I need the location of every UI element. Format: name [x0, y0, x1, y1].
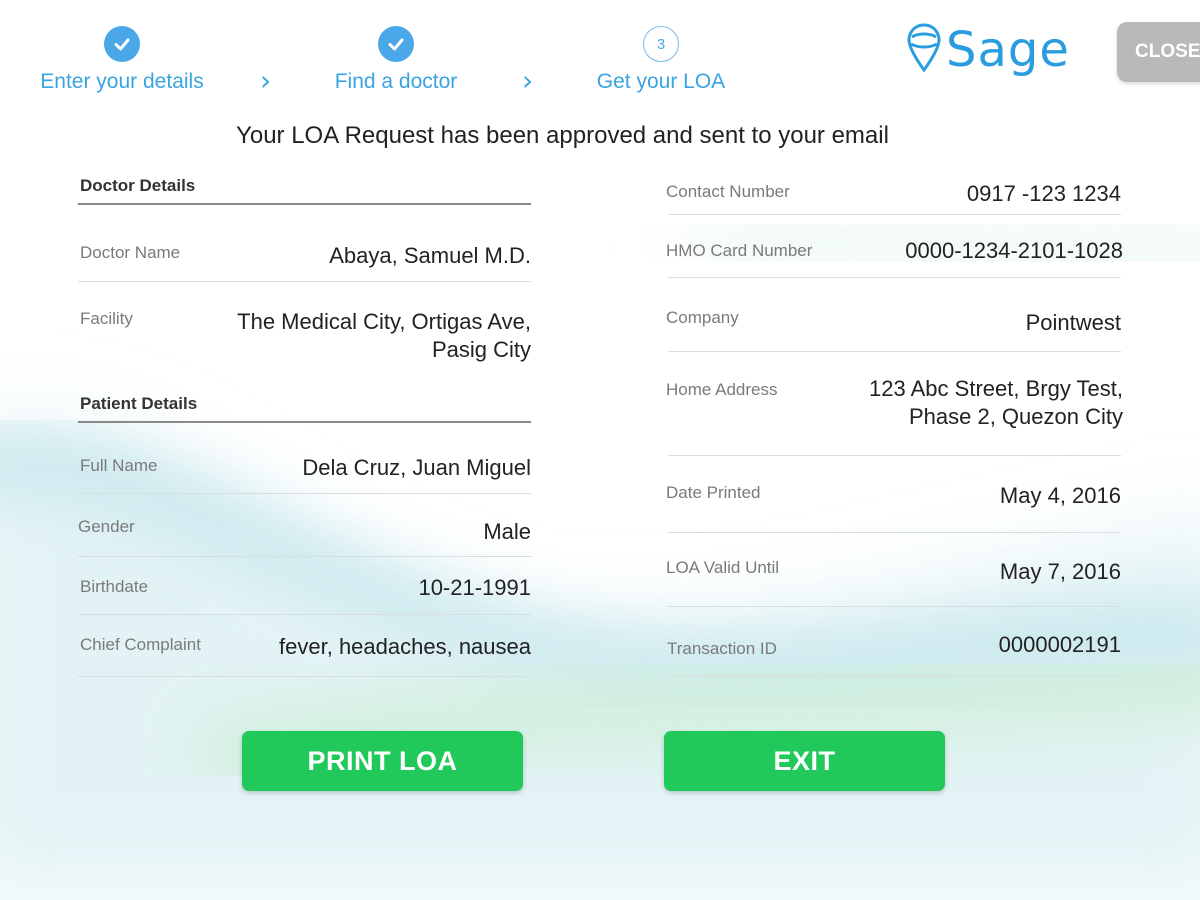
patient-details-title: Patient Details — [80, 394, 198, 413]
facility-value-line2: Pasig City — [431, 337, 531, 362]
loa-valid-until-value: May 7, 2016 — [999, 559, 1121, 584]
hmo-card-number-label: HMO Card Number — [666, 241, 813, 260]
step-get-loa: 3 Get your LOA — [596, 26, 726, 94]
home-address-label: Home Address — [666, 380, 778, 399]
contact-number-label: Contact Number — [666, 182, 790, 201]
chevron-right-icon: › — [522, 64, 534, 97]
contact-number-value: 0917 -123 1234 — [966, 181, 1121, 206]
location-pin-icon — [907, 23, 941, 73]
row-divider — [668, 676, 1121, 677]
transaction-id-label: Transaction ID — [667, 639, 777, 658]
step-label: Enter your details — [40, 70, 204, 93]
doctor-name-value: Abaya, Samuel M.D. — [329, 243, 531, 268]
section-divider — [78, 421, 531, 423]
home-address-line2: Phase 2, Quezon City — [908, 404, 1123, 429]
hmo-card-number-value: 0000-1234-2101-1028 — [905, 238, 1123, 263]
full-name-label: Full Name — [80, 456, 158, 475]
close-button[interactable]: CLOSE — [1117, 22, 1200, 82]
transaction-id-value: 0000002191 — [998, 632, 1121, 657]
section-divider — [78, 203, 531, 205]
step-find-doctor: Find a doctor — [330, 26, 462, 94]
row-divider — [78, 556, 531, 557]
company-value: Pointwest — [1025, 310, 1121, 335]
doctor-details-title: Doctor Details — [80, 176, 196, 195]
chevron-right-icon: › — [260, 64, 272, 97]
date-printed-label: Date Printed — [666, 483, 761, 502]
row-divider — [668, 277, 1121, 278]
chief-complaint-label: Chief Complaint — [80, 635, 201, 654]
loa-valid-until-label: LOA Valid Until — [666, 558, 780, 577]
facility-value-line1: The Medical City, Ortigas Ave, — [237, 309, 531, 334]
gender-value: Male — [483, 519, 531, 544]
row-divider — [668, 214, 1121, 215]
facility-label: Facility — [80, 309, 133, 328]
checkmark-icon — [104, 26, 140, 62]
step-enter-details: Enter your details — [38, 26, 206, 94]
chief-complaint-value: fever, headaches, nausea — [279, 634, 531, 659]
row-divider — [668, 351, 1121, 352]
row-divider — [668, 606, 1121, 607]
row-divider — [668, 455, 1121, 456]
sage-logo: Sage — [906, 22, 1070, 78]
date-printed-value: May 4, 2016 — [999, 483, 1121, 508]
gender-label: Gender — [78, 517, 135, 536]
row-divider — [668, 532, 1121, 533]
step-number-badge: 3 — [643, 26, 679, 62]
company-label: Company — [666, 308, 739, 327]
approval-message: Your LOA Request has been approved and s… — [236, 122, 889, 149]
exit-button[interactable]: EXIT — [664, 731, 945, 791]
checkmark-icon — [378, 26, 414, 62]
row-divider — [78, 493, 531, 494]
row-divider — [78, 614, 531, 615]
row-divider — [78, 281, 531, 282]
logo-text: Sage — [946, 22, 1070, 78]
home-address-line1: 123 Abc Street, Brgy Test, — [869, 376, 1123, 401]
birthdate-label: Birthdate — [80, 577, 149, 596]
row-divider — [78, 676, 531, 677]
print-loa-button[interactable]: PRINT LOA — [242, 731, 523, 791]
doctor-name-label: Doctor Name — [80, 243, 181, 262]
birthdate-value: 10-21-1991 — [418, 575, 531, 600]
step-label: Get your LOA — [596, 70, 726, 93]
step-label: Find a doctor — [334, 70, 458, 93]
full-name-value: Dela Cruz, Juan Miguel — [302, 455, 531, 480]
